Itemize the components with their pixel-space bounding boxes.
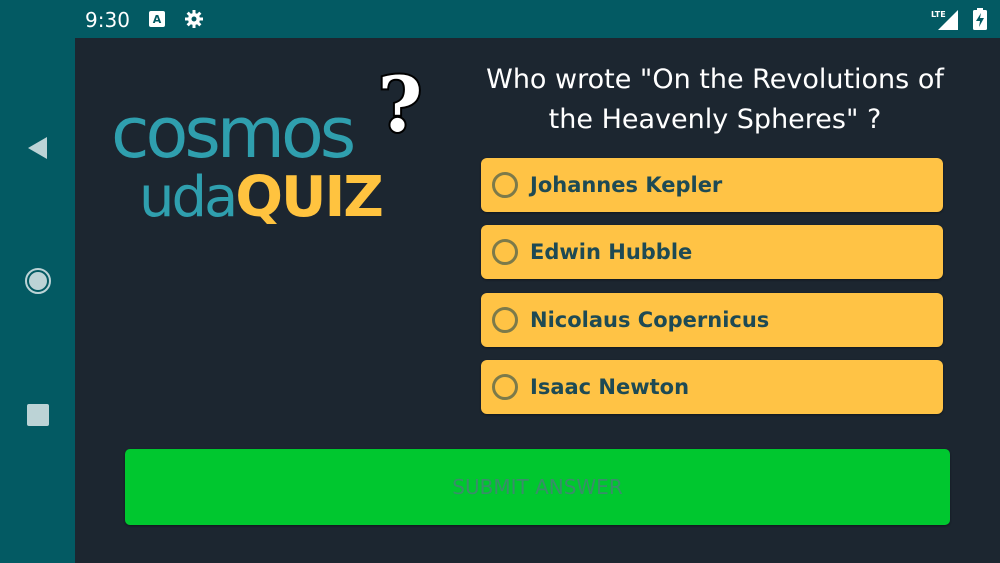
lte-signal-icon: LTE — [930, 9, 960, 30]
logo-udaquiz-text: udaQUIZ — [139, 165, 384, 230]
battery-charging-icon — [970, 8, 990, 30]
navigation-bar — [0, 38, 75, 563]
answer-option-2[interactable]: Edwin Hubble — [481, 225, 943, 279]
answer-option-label: Edwin Hubble — [530, 240, 693, 264]
svg-text:A: A — [153, 13, 162, 26]
question-text: Who wrote "On the Revolutions of the Hea… — [486, 64, 944, 135]
status-bar: 9:30 A LTE — [0, 0, 1000, 38]
radio-button[interactable] — [492, 374, 518, 400]
logo-quiz-text: QUIZ — [235, 165, 384, 230]
lte-label: LTE — [931, 10, 946, 19]
back-button[interactable] — [20, 130, 56, 166]
text-a-icon: A — [147, 9, 167, 29]
gear-icon — [184, 9, 204, 29]
quiz-screen: cosmos udaQUIZ ? Who wrote "On the Revol… — [75, 38, 1000, 563]
question-mark-icon: ? — [376, 63, 425, 151]
answer-option-label: Isaac Newton — [530, 375, 690, 399]
logo-uda-text: uda — [139, 165, 238, 230]
home-button[interactable] — [20, 263, 56, 299]
radio-button[interactable] — [492, 239, 518, 265]
radio-button[interactable] — [492, 172, 518, 198]
answer-option-1[interactable]: Johannes Kepler — [481, 158, 943, 212]
cosmos-udaquiz-logo: cosmos udaQUIZ — [111, 98, 411, 238]
home-circle-icon — [25, 268, 51, 294]
answer-option-3[interactable]: Nicolaus Copernicus — [481, 293, 943, 347]
recents-button[interactable] — [20, 397, 56, 433]
submit-answer-button[interactable]: SUBMIT ANSWER — [125, 449, 950, 525]
logo-cosmos-text: cosmos — [111, 92, 356, 174]
radio-button[interactable] — [492, 307, 518, 333]
recents-square-icon — [27, 404, 49, 426]
status-time: 9:30 — [85, 8, 130, 32]
back-triangle-icon — [28, 137, 47, 159]
answer-option-4[interactable]: Isaac Newton — [481, 360, 943, 414]
logo-mark: ? — [378, 63, 423, 149]
answer-option-label: Johannes Kepler — [530, 173, 723, 197]
answer-option-label: Nicolaus Copernicus — [530, 308, 770, 332]
